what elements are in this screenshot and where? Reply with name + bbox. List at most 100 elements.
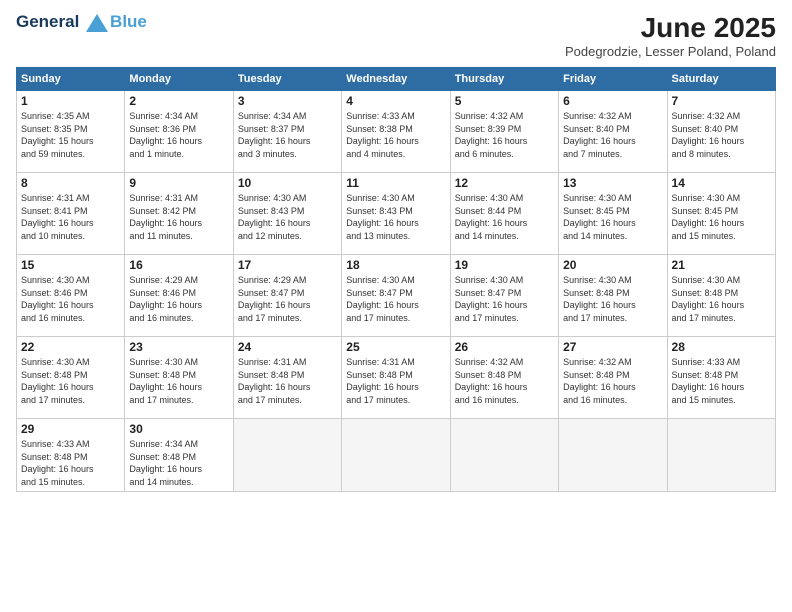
day-info: Sunrise: 4:32 AMSunset: 8:40 PMDaylight:… (563, 110, 662, 160)
calendar-cell: 18 Sunrise: 4:30 AMSunset: 8:47 PMDayligh… (342, 255, 450, 337)
day-number: 14 (672, 176, 771, 190)
day-number: 22 (21, 340, 120, 354)
calendar-cell: 10 Sunrise: 4:30 AMSunset: 8:43 PMDayligh… (233, 173, 341, 255)
day-info: Sunrise: 4:33 AMSunset: 8:38 PMDaylight:… (346, 110, 445, 160)
day-info: Sunrise: 4:30 AMSunset: 8:48 PMDaylight:… (21, 356, 120, 406)
col-header-sunday: Sunday (17, 68, 125, 91)
day-info: Sunrise: 4:29 AMSunset: 8:47 PMDaylight:… (238, 274, 337, 324)
day-number: 10 (238, 176, 337, 190)
calendar-cell: 8 Sunrise: 4:31 AMSunset: 8:41 PMDaylight… (17, 173, 125, 255)
day-number: 18 (346, 258, 445, 272)
day-number: 26 (455, 340, 554, 354)
day-info: Sunrise: 4:30 AMSunset: 8:48 PMDaylight:… (563, 274, 662, 324)
day-number: 8 (21, 176, 120, 190)
day-info: Sunrise: 4:32 AMSunset: 8:48 PMDaylight:… (455, 356, 554, 406)
day-info: Sunrise: 4:31 AMSunset: 8:48 PMDaylight:… (346, 356, 445, 406)
day-number: 11 (346, 176, 445, 190)
calendar-cell: 16Sunrise: 4:29 AMSunset: 8:46 PMDayligh… (125, 255, 233, 337)
day-number: 12 (455, 176, 554, 190)
calendar-cell: 3 Sunrise: 4:34 AMSunset: 8:37 PMDaylight… (233, 91, 341, 173)
calendar-cell: 12Sunrise: 4:30 AMSunset: 8:44 PMDayligh… (450, 173, 558, 255)
calendar-cell: 20 Sunrise: 4:30 AMSunset: 8:48 PMDayligh… (559, 255, 667, 337)
calendar-cell (233, 419, 341, 492)
day-number: 25 (346, 340, 445, 354)
day-number: 27 (563, 340, 662, 354)
day-info: Sunrise: 4:30 AMSunset: 8:47 PMDaylight:… (455, 274, 554, 324)
day-info: Sunrise: 4:31 AMSunset: 8:42 PMDaylight:… (129, 192, 228, 242)
day-info: Sunrise: 4:35 AMSunset: 8:35 PMDaylight:… (21, 110, 120, 160)
month-title: June 2025 (565, 12, 776, 44)
calendar-cell: 15 Sunrise: 4:30 AMSunset: 8:46 PMDayligh… (17, 255, 125, 337)
col-header-saturday: Saturday (667, 68, 775, 91)
day-info: Sunrise: 4:30 AMSunset: 8:48 PMDaylight:… (672, 274, 771, 324)
day-info: Sunrise: 4:30 AMSunset: 8:47 PMDaylight:… (346, 274, 445, 324)
calendar-cell: 2 Sunrise: 4:34 AMSunset: 8:36 PMDaylight… (125, 91, 233, 173)
col-header-wednesday: Wednesday (342, 68, 450, 91)
day-number: 9 (129, 176, 228, 190)
day-info: Sunrise: 4:32 AMSunset: 8:48 PMDaylight:… (563, 356, 662, 406)
day-info: Sunrise: 4:34 AMSunset: 8:48 PMDaylight:… (129, 438, 228, 488)
calendar-cell: 17 Sunrise: 4:29 AMSunset: 8:47 PMDayligh… (233, 255, 341, 337)
day-info: Sunrise: 4:32 AMSunset: 8:40 PMDaylight:… (672, 110, 771, 160)
calendar-cell: 28 Sunrise: 4:33 AMSunset: 8:48 PMDayligh… (667, 337, 775, 419)
day-info: Sunrise: 4:30 AMSunset: 8:45 PMDaylight:… (672, 192, 771, 242)
day-number: 2 (129, 94, 228, 108)
day-info: Sunrise: 4:31 AMSunset: 8:48 PMDaylight:… (238, 356, 337, 406)
calendar-cell: 21Sunrise: 4:30 AMSunset: 8:48 PMDayligh… (667, 255, 775, 337)
col-header-tuesday: Tuesday (233, 68, 341, 91)
day-number: 29 (21, 422, 120, 436)
title-block: June 2025 Podegrodzie, Lesser Poland, Po… (565, 12, 776, 59)
calendar-cell: 5 Sunrise: 4:32 AMSunset: 8:39 PMDaylight… (450, 91, 558, 173)
day-number: 3 (238, 94, 337, 108)
calendar-cell (342, 419, 450, 492)
day-number: 20 (563, 258, 662, 272)
day-info: Sunrise: 4:34 AMSunset: 8:37 PMDaylight:… (238, 110, 337, 160)
calendar-cell: 30 Sunrise: 4:34 AMSunset: 8:48 PMDayligh… (125, 419, 233, 492)
day-info: Sunrise: 4:31 AMSunset: 8:41 PMDaylight:… (21, 192, 120, 242)
logo-blue: Blue (110, 12, 147, 32)
header: General Blue June 2025 Podegrodzie, Less… (16, 12, 776, 59)
col-header-monday: Monday (125, 68, 233, 91)
day-info: Sunrise: 4:30 AMSunset: 8:48 PMDaylight:… (129, 356, 228, 406)
logo: General Blue (16, 12, 147, 32)
calendar-cell: 24 Sunrise: 4:31 AMSunset: 8:48 PMDayligh… (233, 337, 341, 419)
day-number: 17 (238, 258, 337, 272)
calendar-cell: 14 Sunrise: 4:30 AMSunset: 8:45 PMDayligh… (667, 173, 775, 255)
day-info: Sunrise: 4:32 AMSunset: 8:39 PMDaylight:… (455, 110, 554, 160)
day-number: 23 (129, 340, 228, 354)
calendar-cell: 22 Sunrise: 4:30 AMSunset: 8:48 PMDayligh… (17, 337, 125, 419)
calendar-cell: 1 Sunrise: 4:35 AMSunset: 8:35 PMDaylight… (17, 91, 125, 173)
day-info: Sunrise: 4:34 AMSunset: 8:36 PMDaylight:… (129, 110, 228, 160)
logo-general: General (16, 12, 108, 32)
location: Podegrodzie, Lesser Poland, Poland (565, 44, 776, 59)
day-info: Sunrise: 4:30 AMSunset: 8:43 PMDaylight:… (238, 192, 337, 242)
logo-general-text: General (16, 12, 79, 31)
day-number: 28 (672, 340, 771, 354)
day-info: Sunrise: 4:33 AMSunset: 8:48 PMDaylight:… (672, 356, 771, 406)
calendar-cell (450, 419, 558, 492)
day-info: Sunrise: 4:30 AMSunset: 8:43 PMDaylight:… (346, 192, 445, 242)
day-number: 15 (21, 258, 120, 272)
calendar-cell: 19 Sunrise: 4:30 AMSunset: 8:47 PMDayligh… (450, 255, 558, 337)
calendar-cell: 13Sunrise: 4:30 AMSunset: 8:45 PMDayligh… (559, 173, 667, 255)
day-number: 13 (563, 176, 662, 190)
calendar-cell (559, 419, 667, 492)
day-number: 16 (129, 258, 228, 272)
calendar-cell: 6 Sunrise: 4:32 AMSunset: 8:40 PMDaylight… (559, 91, 667, 173)
day-number: 5 (455, 94, 554, 108)
calendar-cell: 4Sunrise: 4:33 AMSunset: 8:38 PMDaylight… (342, 91, 450, 173)
day-number: 6 (563, 94, 662, 108)
logo-icon (86, 14, 108, 32)
day-number: 1 (21, 94, 120, 108)
calendar-cell: 11 Sunrise: 4:30 AMSunset: 8:43 PMDayligh… (342, 173, 450, 255)
day-info: Sunrise: 4:33 AMSunset: 8:48 PMDaylight:… (21, 438, 120, 488)
calendar-cell (667, 419, 775, 492)
day-number: 30 (129, 422, 228, 436)
calendar-cell: 27 Sunrise: 4:32 AMSunset: 8:48 PMDayligh… (559, 337, 667, 419)
day-number: 19 (455, 258, 554, 272)
day-info: Sunrise: 4:30 AMSunset: 8:46 PMDaylight:… (21, 274, 120, 324)
col-header-friday: Friday (559, 68, 667, 91)
calendar-cell: 23 Sunrise: 4:30 AMSunset: 8:48 PMDayligh… (125, 337, 233, 419)
calendar-cell: 26 Sunrise: 4:32 AMSunset: 8:48 PMDayligh… (450, 337, 558, 419)
day-number: 24 (238, 340, 337, 354)
